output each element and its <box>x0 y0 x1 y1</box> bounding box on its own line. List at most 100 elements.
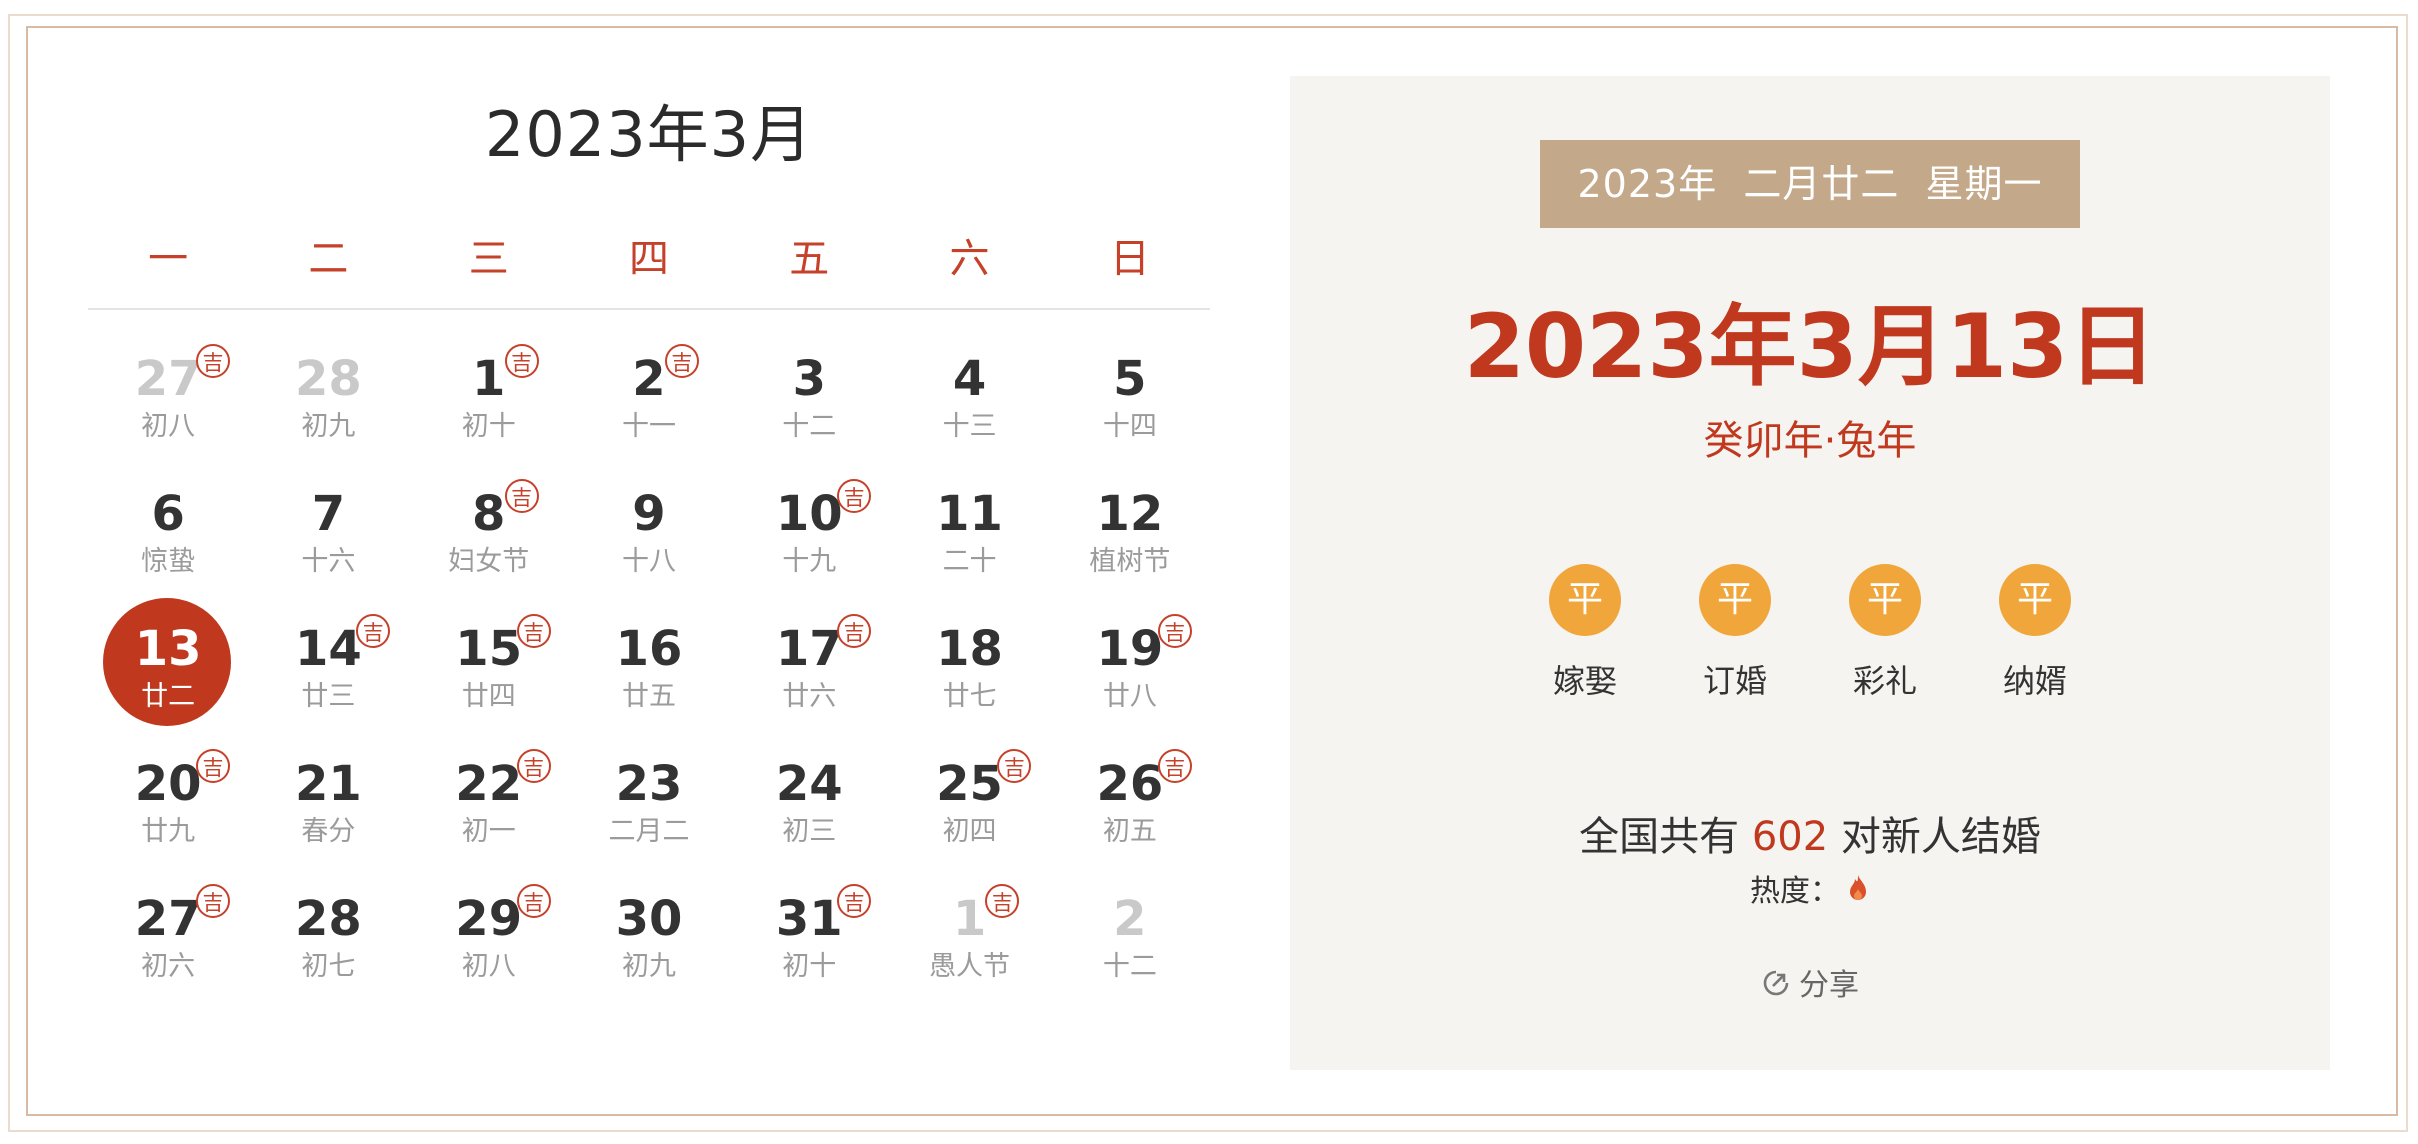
calendar-day[interactable]: 18 廿七 <box>889 614 1049 749</box>
lunar-day: 十二 <box>1102 951 1157 982</box>
wedding-count: 602 <box>1751 814 1829 860</box>
lunar-day: 十二 <box>782 411 837 442</box>
calendar-day[interactable]: 4 十三 <box>889 344 1049 479</box>
day-number: 18 <box>936 621 1003 677</box>
calendar-day[interactable]: 31 初十吉 <box>729 884 889 1019</box>
auspicious-badge: 吉 <box>837 884 872 918</box>
day-number: 8 <box>472 486 506 542</box>
calendar-day[interactable]: 11 二十 <box>889 479 1049 614</box>
calendar-day[interactable]: 27 初六吉 <box>88 884 248 1019</box>
calendar-day[interactable]: 25 初四吉 <box>889 749 1049 884</box>
lunar-day: 妇女节 <box>448 546 530 577</box>
weekday-label: 日 <box>1109 236 1150 282</box>
wedding-count-stat: 全国共有 602 对新人结婚 <box>1290 804 2330 862</box>
calendar-day[interactable]: 2 十二 <box>1050 884 1210 1019</box>
calendar-day[interactable]: 15 廿四吉 <box>409 614 569 749</box>
auspicious-badge: 吉 <box>516 749 551 783</box>
auspicious-badge: 吉 <box>1157 614 1192 648</box>
auspicious-badge: 吉 <box>196 749 230 783</box>
rating-badge: 平 <box>1999 564 2071 636</box>
lunar-day: 廿四 <box>461 681 516 712</box>
day-number: 23 <box>615 756 683 812</box>
lunar-day: 春分 <box>301 816 356 847</box>
calendar-day[interactable]: 12 植树节 <box>1050 479 1210 614</box>
activity-label: 订婚 <box>1702 662 1767 700</box>
day-number: 2 <box>1113 891 1147 947</box>
calendar-day[interactable]: 29 初八吉 <box>409 884 569 1019</box>
calendar-day[interactable]: 1 愚人节吉 <box>889 884 1049 1019</box>
calendar-day[interactable]: 3 十二 <box>729 344 889 479</box>
weekday-label: 一 <box>148 236 189 282</box>
day-number: 13 <box>134 621 202 677</box>
lunar-day: 十四 <box>1102 411 1157 442</box>
activity-item: 平 嫁娶 <box>1530 564 1640 702</box>
auspicious-badge: 吉 <box>837 614 872 648</box>
calendar-day[interactable]: 16 廿五 <box>569 614 729 749</box>
calendar-day[interactable]: 30 初九 <box>569 884 729 1019</box>
ganzhi-year: 癸卯年·兔年 <box>1703 418 1917 464</box>
flame-icon <box>1846 873 1870 913</box>
share-icon <box>1761 968 1791 1006</box>
day-number: 28 <box>295 351 362 407</box>
lunar-day: 廿八 <box>1102 681 1157 712</box>
calendar-day[interactable]: 28 初七 <box>248 884 408 1019</box>
calendar-day[interactable]: 10 十九吉 <box>729 479 889 614</box>
activity-label: 嫁娶 <box>1552 662 1617 700</box>
calendar-day[interactable]: 9 十八 <box>569 479 729 614</box>
calendar-day[interactable]: 5 十四 <box>1050 344 1210 479</box>
lunar-day: 廿七 <box>942 681 997 712</box>
day-grid: 27 初八吉 28 初九 1 初十吉 2 十一吉 3 十二 4 十三 5 十四 6 惊蛰 7 十六 8 妇女节吉 9 十八… <box>88 310 1210 1019</box>
stat-suffix: 对新人结婚 <box>1840 814 2041 860</box>
rating-badge: 平 <box>1549 564 1621 636</box>
weekday-label: 二 <box>308 236 349 282</box>
calendar: 2023年3月 一 二 三 四 五 六 日 27 初八吉 28 初九 1 初十吉 2 十一吉 3… <box>88 60 1210 1019</box>
lunar-day: 初六 <box>141 951 196 982</box>
calendar-day[interactable]: 26 初五吉 <box>1050 749 1210 884</box>
lunar-day: 初八 <box>461 951 516 982</box>
activity-list: 平 嫁娶 平 订婚 平 彩礼 平 纳婿 <box>1530 564 2090 702</box>
day-number: 9 <box>632 486 666 542</box>
calendar-day[interactable]: 27 初八吉 <box>88 344 248 479</box>
heat-row: 热度： <box>1290 866 2330 913</box>
day-number: 16 <box>615 621 683 677</box>
calendar-day[interactable]: 21 春分 <box>248 749 408 884</box>
calendar-day-selected[interactable]: 13 廿二 <box>88 598 248 749</box>
calendar-day[interactable]: 7 十六 <box>248 479 408 614</box>
calendar-day[interactable]: 1 初十 吉 <box>409 344 569 479</box>
share-label: 分享 <box>1799 968 1859 1003</box>
auspicious-badge: 吉 <box>516 614 551 648</box>
day-number: 1 <box>472 351 506 407</box>
lunar-day: 廿六 <box>782 681 837 712</box>
calendar-day[interactable]: 17 廿六吉 <box>729 614 889 749</box>
selected-date: 2023年3月13日 <box>1463 295 2157 398</box>
share-button[interactable]: 分享 <box>1290 960 2330 1006</box>
day-number: 11 <box>936 486 1003 542</box>
calendar-day[interactable]: 19 廿八吉 <box>1050 614 1210 749</box>
calendar-day[interactable]: 24 初三 <box>729 749 889 884</box>
lunar-day: 十九 <box>782 546 837 577</box>
calendar-day[interactable]: 2 十一 吉 <box>569 344 729 479</box>
auspicious-badge: 吉 <box>504 479 539 513</box>
lunar-day: 廿二 <box>141 681 196 712</box>
calendar-day[interactable]: 14 廿三吉 <box>248 614 408 749</box>
calendar-day[interactable]: 23 二月二 <box>569 749 729 884</box>
calendar-day[interactable]: 20 廿九吉 <box>88 749 248 884</box>
calendar-day[interactable]: 28 初九 <box>248 344 408 479</box>
activity-label: 纳婿 <box>2002 662 2067 700</box>
rating-badge: 平 <box>1699 564 1771 636</box>
weekday-label: 三 <box>468 236 509 282</box>
stat-prefix: 全国共有 <box>1579 814 1740 860</box>
activity-item: 平 订婚 <box>1680 564 1790 702</box>
auspicious-badge: 吉 <box>1157 749 1192 783</box>
auspicious-badge: 吉 <box>516 884 551 918</box>
lunar-day: 初九 <box>621 951 676 982</box>
detail-panel: 2023年 二月廿二 星期一 2023年3月13日 癸卯年·兔年 平 嫁娶 平 … <box>1290 76 2330 1070</box>
calendar-day[interactable]: 8 妇女节 吉 <box>409 479 569 614</box>
weekday-label: 五 <box>789 236 830 282</box>
day-number: 7 <box>311 486 346 542</box>
activity-item: 平 纳婿 <box>1980 564 2090 702</box>
calendar-day[interactable]: 22 初一吉 <box>409 749 569 884</box>
day-number: 24 <box>775 756 843 812</box>
calendar-day[interactable]: 6 惊蛰 <box>88 479 248 614</box>
day-number: 2 <box>632 351 666 407</box>
